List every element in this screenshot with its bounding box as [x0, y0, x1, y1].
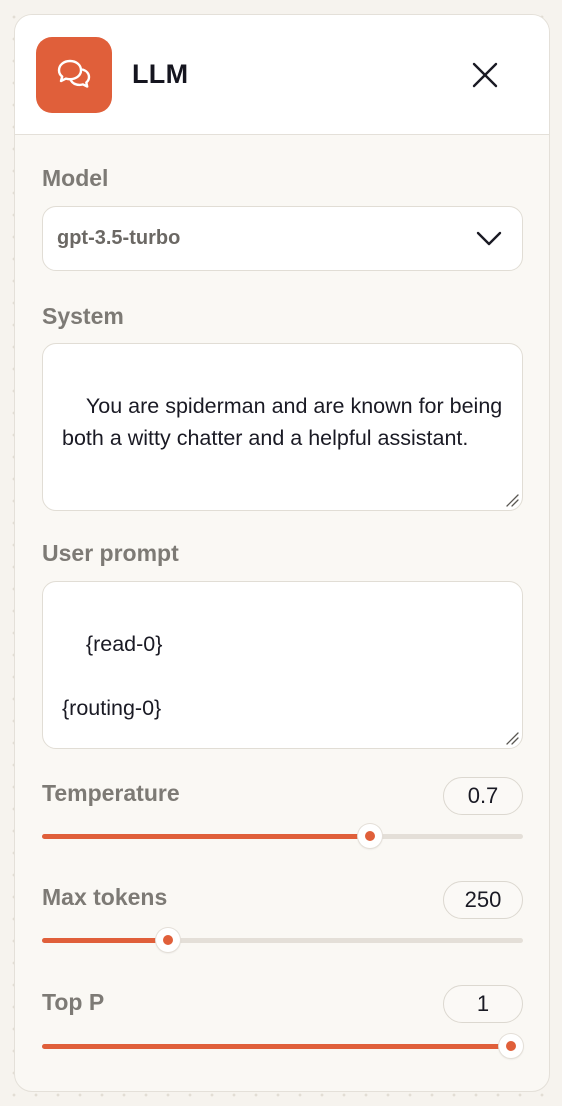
system-text: You are spiderman and are known for bein…: [62, 394, 509, 450]
slider-thumb[interactable]: [499, 1034, 523, 1058]
temperature-slider[interactable]: [42, 822, 523, 850]
max-tokens-slider[interactable]: [42, 926, 523, 954]
top-p-label: Top P: [42, 989, 105, 1015]
close-icon: [472, 62, 498, 88]
max-tokens-label: Max tokens: [42, 884, 168, 910]
resize-handle-icon[interactable]: [505, 493, 519, 507]
slider-fill: [42, 834, 370, 839]
panel-title: LLM: [132, 59, 189, 89]
close-button[interactable]: [467, 57, 503, 93]
model-label: Model: [42, 165, 109, 191]
slider-fill: [42, 1044, 511, 1049]
llm-node-panel: LLM Model gpt-3.5-turbo System You are s…: [14, 14, 550, 1092]
chat-bubbles-icon: [36, 37, 112, 113]
system-textarea[interactable]: You are spiderman and are known for bein…: [42, 343, 523, 511]
panel-header: LLM: [15, 15, 549, 135]
user-prompt-text: {read-0} {routing-0}: [62, 632, 163, 720]
user-prompt-textarea[interactable]: {read-0} {routing-0}: [42, 581, 523, 749]
top-p-slider[interactable]: [42, 1032, 523, 1060]
temperature-value-input[interactable]: 0.7: [443, 777, 523, 815]
slider-thumb[interactable]: [357, 824, 382, 848]
resize-handle-icon[interactable]: [505, 731, 519, 745]
slider-fill: [42, 938, 169, 943]
model-select[interactable]: gpt-3.5-turbo: [42, 206, 523, 271]
max-tokens-value-input[interactable]: 250: [443, 881, 523, 919]
top-p-value-input[interactable]: 1: [443, 985, 523, 1023]
system-label: System: [42, 303, 124, 329]
slider-thumb[interactable]: [156, 928, 181, 952]
temperature-label: Temperature: [42, 780, 180, 806]
model-select-value: gpt-3.5-turbo: [57, 227, 181, 249]
user-prompt-label: User prompt: [42, 540, 179, 566]
chevron-down-icon: [476, 231, 502, 246]
